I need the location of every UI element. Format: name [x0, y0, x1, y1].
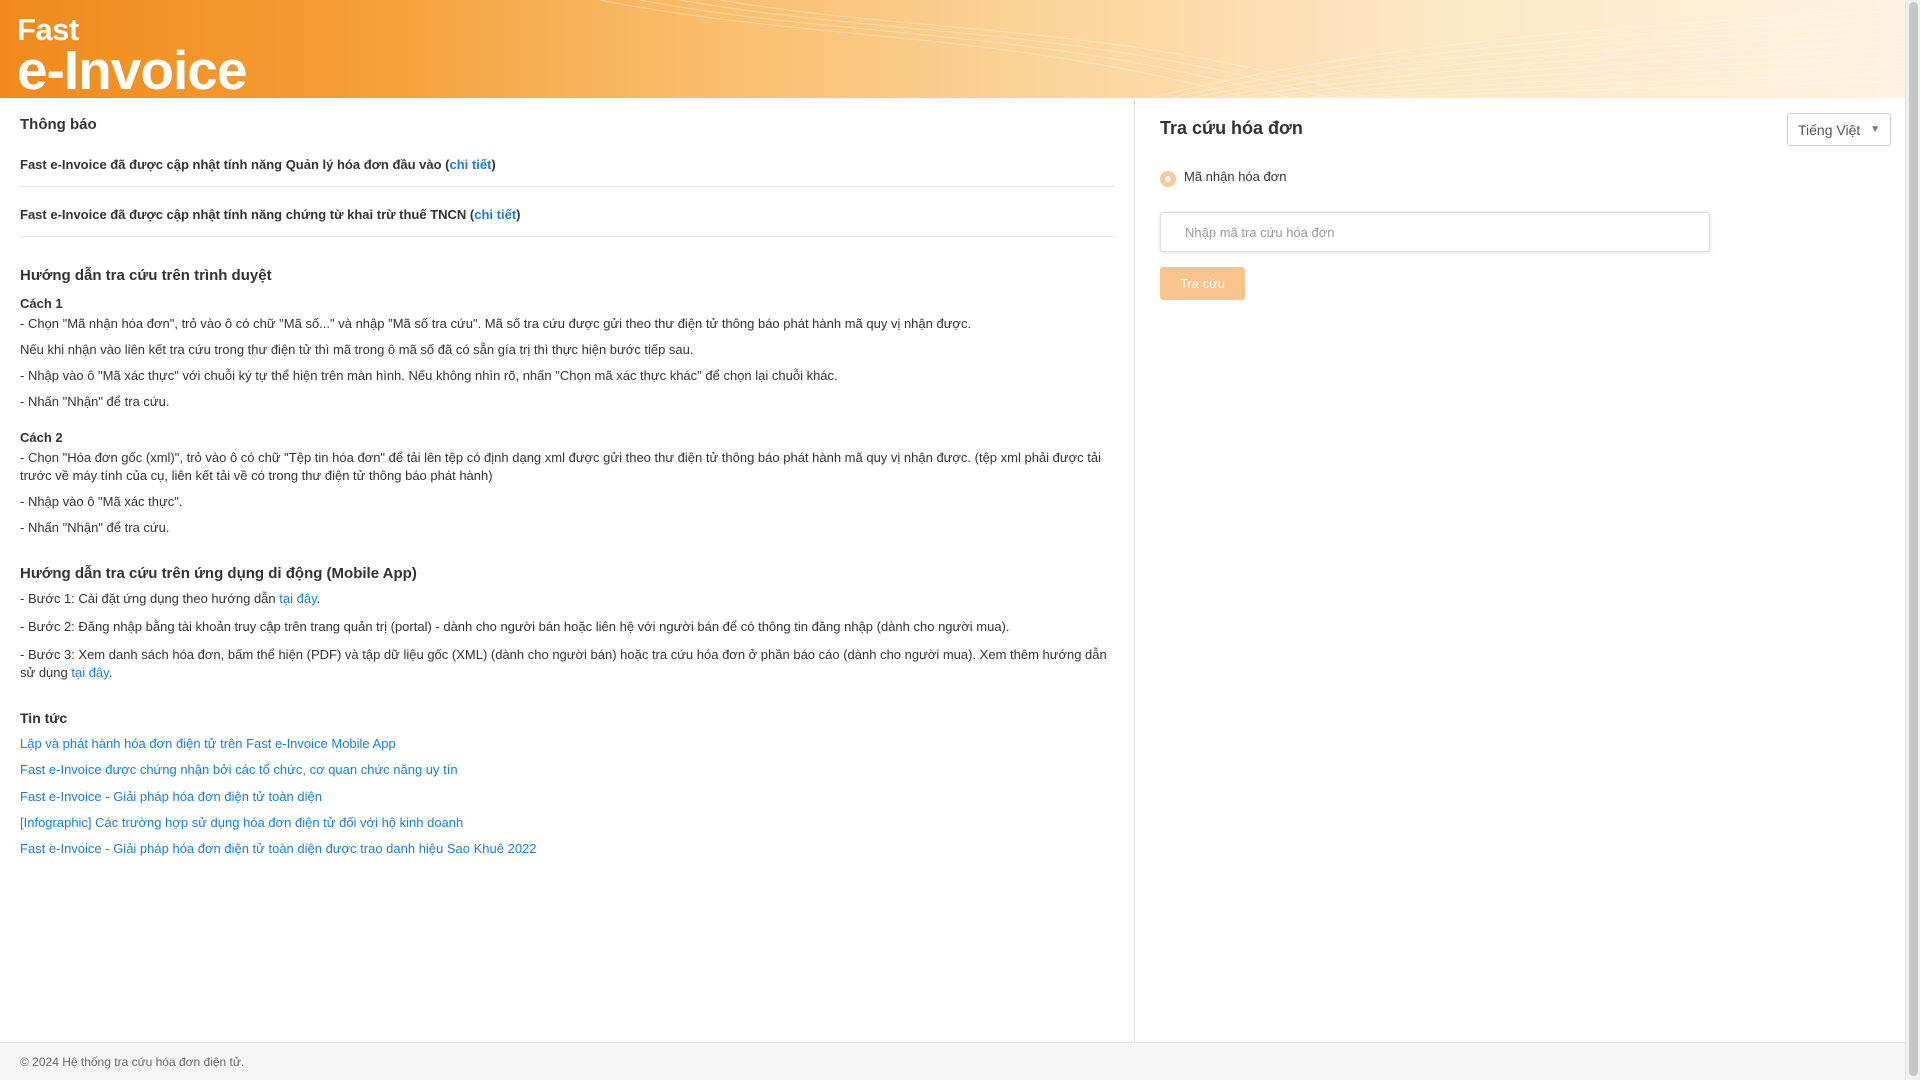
- method2-line: - Nhấn "Nhận" để tra cứu.: [20, 520, 170, 535]
- notice-detail-link[interactable]: chi tiết: [474, 207, 516, 222]
- notice-detail-link[interactable]: chi tiết: [450, 157, 492, 172]
- mobile-step-1-text: - Bước 1: Cài đặt ứng dụng theo hướng dẫ…: [20, 591, 280, 606]
- mobile-guide-title: Hướng dẫn tra cứu trên ứng dụng di động …: [20, 565, 417, 582]
- news-link[interactable]: Fast e-Invoice - Giải pháp hóa đơn điện …: [20, 788, 1114, 806]
- vertical-scrollbar[interactable]: [1905, 0, 1920, 1080]
- usage-guide-link[interactable]: tại đây: [71, 665, 108, 680]
- mobile-step-1: - Bước 1: Cài đặt ứng dụng theo hướng dẫ…: [20, 590, 1114, 608]
- news-link[interactable]: [Infographic] Các trường hợp sử dụng hóa…: [20, 814, 1114, 832]
- page-header: Fast e-Invoice: [0, 0, 1905, 98]
- method2-line: - Chọn "Hóa đơn gốc (xml)", trỏ vào ô có…: [20, 450, 1101, 483]
- mobile-step-3: - Bước 3: Xem danh sách hóa đơn, bấm thể…: [20, 646, 1114, 682]
- mobile-step-3-text: - Bước 3: Xem danh sách hóa đơn, bấm thể…: [20, 647, 1107, 680]
- invoice-code-input[interactable]: [1160, 212, 1710, 252]
- period: .: [316, 591, 321, 606]
- notice-item: Fast e-Invoice đã được cập nhật tính năn…: [20, 207, 1114, 237]
- lookup-button[interactable]: Tra cứu: [1160, 267, 1245, 300]
- method1-line: - Chọn "Mã nhận hóa đơn", trỏ vào ô có c…: [20, 316, 972, 331]
- lookup-mode-option[interactable]: Mã nhận hóa đơn: [1160, 166, 1287, 187]
- page-footer: © 2024 Hệ thống tra cứu hóa đơn điện tử.: [0, 1042, 1905, 1080]
- radio-label: Mã nhận hóa đơn: [1184, 169, 1287, 184]
- logo-line-einvoice: e-Invoice: [17, 39, 247, 98]
- notice-suffix: ): [491, 157, 496, 172]
- period: .: [108, 665, 113, 680]
- news-link[interactable]: Fast e-Invoice được chứng nhận bởi các t…: [20, 761, 1114, 779]
- caret-down-icon: ▼: [1870, 124, 1880, 135]
- notice-text: Fast e-Invoice đã được cập nhật tính năn…: [20, 207, 475, 222]
- app-logo[interactable]: Fast e-Invoice: [17, 14, 247, 98]
- method1-line: - Nhấn "Nhận" để tra cứu.: [20, 394, 170, 409]
- notice-text: Fast e-Invoice đã được cập nhật tính năn…: [20, 157, 450, 172]
- language-select[interactable]: Tiếng Việt ▼: [1787, 113, 1891, 146]
- notice-item: Fast e-Invoice đã được cập nhật tính năn…: [20, 157, 1114, 187]
- footer-copyright: © 2024 Hệ thống tra cứu hóa đơn điện tử.: [20, 1055, 245, 1069]
- notices-title: Thông báo: [20, 116, 97, 133]
- notice-suffix: ): [516, 207, 521, 222]
- scrollbar-thumb[interactable]: [1909, 2, 1918, 1076]
- news-link[interactable]: Fast e-Invoice - Giải pháp hóa đơn điện …: [20, 840, 1114, 858]
- method1-line: - Nhập vào ô "Mã xác thực" với chuỗi ký …: [20, 368, 838, 383]
- language-value: Tiếng Việt: [1798, 121, 1861, 138]
- method2-title: Cách 2: [20, 430, 63, 445]
- mobile-step-2: - Bước 2: Đăng nhập bằng tài khoản truy …: [20, 619, 1010, 634]
- news-title: Tin tức: [20, 710, 68, 726]
- browser-guide-title: Hướng dẫn tra cứu trên trình duyệt: [20, 267, 272, 284]
- radio-selected[interactable]: [1160, 171, 1176, 187]
- method2-line: - Nhập vào ô "Mã xác thực".: [20, 494, 183, 509]
- news-link[interactable]: Lập và phát hành hóa đơn điện tử trên Fa…: [20, 735, 1114, 753]
- method1-title: Cách 1: [20, 296, 63, 311]
- lookup-title: Tra cứu hóa đơn: [1160, 118, 1303, 138]
- column-divider: [1134, 98, 1135, 1042]
- info-column: Thông báo Fast e-Invoice đã được cập nhậ…: [20, 98, 1114, 858]
- header-wave-pattern: [599, 0, 1905, 98]
- method1-line: Nếu khi nhận vào liên kết tra cứu trong …: [20, 342, 694, 357]
- install-guide-link[interactable]: tại đây: [279, 591, 316, 606]
